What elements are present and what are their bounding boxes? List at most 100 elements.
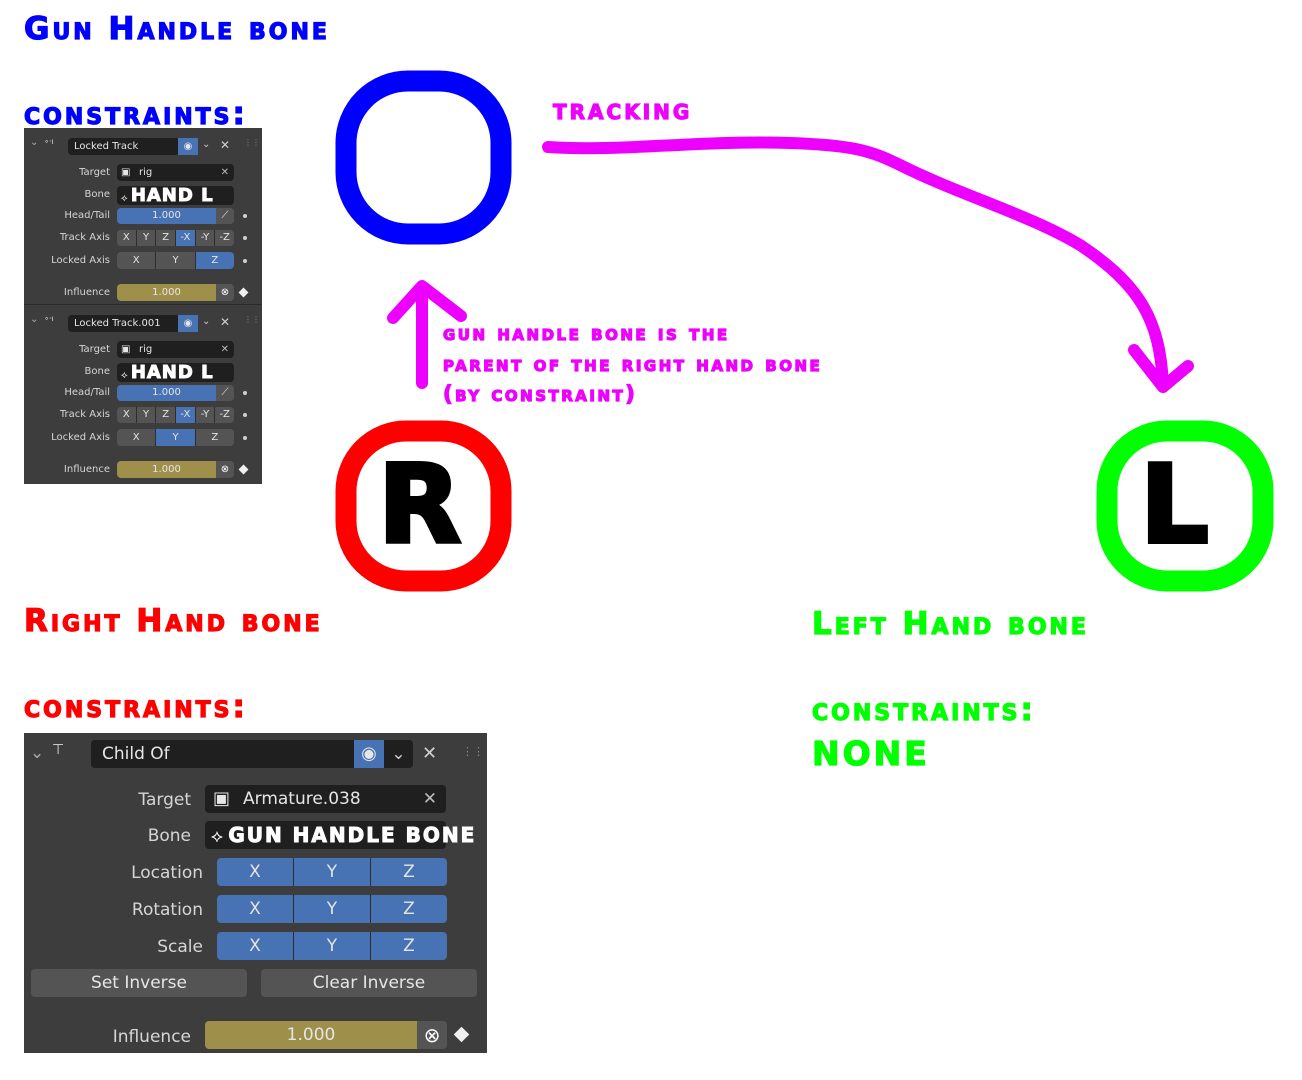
axis-option-y[interactable]: Y bbox=[136, 230, 157, 246]
bone-value: GUN HANDLE BONE bbox=[228, 823, 477, 848]
track-axis-label: Track Axis bbox=[59, 409, 110, 420]
left-hand-letter: L bbox=[1138, 443, 1211, 568]
keyframe-diamond-icon[interactable] bbox=[238, 287, 249, 298]
locked-axis-selector[interactable]: XYZ bbox=[117, 429, 234, 446]
right-hand-letter: R bbox=[376, 443, 463, 568]
influence-slider[interactable]: 1.000 bbox=[205, 1021, 417, 1049]
scale-axis-toggles[interactable]: XYZ bbox=[217, 932, 447, 960]
constraint-locked-track: ⌄ ∘·ı Locked Track ◉ ⌄ ✕ ⋮⋮ Target ▣ rig… bbox=[24, 128, 262, 306]
axis-option-z[interactable]: Z bbox=[371, 858, 447, 886]
clear-target-icon[interactable]: ✕ bbox=[423, 785, 437, 813]
location-axis-toggles[interactable]: XYZ bbox=[217, 858, 447, 886]
bbone-curve-icon[interactable]: ⟋ bbox=[216, 208, 234, 224]
eye-visibility-icon[interactable]: ◉ bbox=[178, 138, 198, 155]
axis-option-neg-x[interactable]: -X bbox=[176, 407, 196, 423]
clear-inverse-button[interactable]: Clear Inverse bbox=[261, 969, 477, 997]
parent-note-line2: parent of the right hand bone bbox=[442, 352, 823, 376]
constraint-name-field[interactable]: Child Of bbox=[91, 740, 354, 768]
axis-option-x[interactable]: X bbox=[217, 858, 294, 886]
child-of-icon: ⊤ bbox=[52, 742, 65, 758]
axis-option-z[interactable]: Z bbox=[371, 932, 447, 960]
drag-handle-icon[interactable]: ⋮⋮ bbox=[244, 138, 260, 147]
influence-label: Influence bbox=[112, 1027, 191, 1047]
axis-option-z[interactable]: Z bbox=[371, 895, 447, 923]
clear-target-icon[interactable]: ✕ bbox=[221, 164, 229, 181]
axis-option-z[interactable]: Z bbox=[156, 230, 177, 246]
delete-constraint-icon[interactable]: ✕ bbox=[422, 743, 437, 764]
disable-keep-transform-icon[interactable]: ⊗ bbox=[216, 284, 234, 301]
axis-option-neg-x[interactable]: -X bbox=[176, 230, 196, 246]
headtail-slider[interactable]: 1.000 bbox=[117, 385, 216, 401]
collapse-chevron-icon[interactable]: ⌄ bbox=[30, 137, 38, 148]
axis-option-x[interactable]: X bbox=[117, 429, 157, 446]
influence-slider[interactable]: 1.000 bbox=[117, 284, 216, 301]
constraint-name-field[interactable]: Locked Track.001 bbox=[68, 315, 180, 332]
target-value: Armature.038 bbox=[243, 789, 361, 809]
axis-option-neg-z[interactable]: -Z bbox=[215, 407, 234, 423]
drag-handle-icon[interactable]: ⋮⋮ bbox=[462, 745, 484, 758]
axis-option-y[interactable]: Y bbox=[294, 895, 371, 923]
locked-axis-label: Locked Axis bbox=[51, 432, 110, 443]
constraint-name-field[interactable]: Locked Track bbox=[68, 138, 180, 155]
target-field[interactable]: ▣ Armature.038 ✕ bbox=[205, 785, 446, 813]
axis-option-z[interactable]: Z bbox=[195, 252, 234, 269]
axis-option-neg-y[interactable]: -Y bbox=[195, 230, 216, 246]
eye-visibility-icon[interactable]: ◉ bbox=[354, 740, 384, 768]
keyframe-dot-icon[interactable] bbox=[243, 391, 247, 395]
axis-option-neg-z[interactable]: -Z bbox=[215, 230, 234, 246]
axis-option-y[interactable]: Y bbox=[294, 858, 371, 886]
track-axis-label: Track Axis bbox=[59, 232, 110, 243]
bbone-curve-icon[interactable]: ⟋ bbox=[216, 385, 234, 401]
locked-axis-selector[interactable]: XYZ bbox=[117, 252, 234, 269]
gun-handle-title: Gun Handle bone bbox=[23, 11, 330, 47]
drag-handle-icon[interactable]: ⋮⋮ bbox=[244, 315, 260, 324]
collapse-chevron-icon[interactable]: ⌄ bbox=[30, 743, 44, 763]
axis-option-neg-y[interactable]: -Y bbox=[195, 407, 216, 423]
dropdown-chevron-icon[interactable]: ⌄ bbox=[202, 316, 210, 327]
track-axis-selector[interactable]: X Y Z -X -Y -Z bbox=[117, 230, 234, 246]
disable-keep-transform-icon[interactable]: ⊗ bbox=[216, 461, 234, 478]
axis-option-z[interactable]: Z bbox=[195, 429, 234, 446]
keyframe-diamond-icon[interactable] bbox=[238, 464, 249, 475]
axis-option-x[interactable]: X bbox=[217, 932, 294, 960]
influence-label: Influence bbox=[63, 287, 110, 298]
rotation-axis-toggles[interactable]: XYZ bbox=[217, 895, 447, 923]
target-field[interactable]: ▣ rig ✕ bbox=[117, 341, 234, 358]
axis-option-z[interactable]: Z bbox=[156, 407, 177, 423]
axis-option-y[interactable]: Y bbox=[294, 932, 371, 960]
bone-field[interactable]: ⟡ HAND L bbox=[117, 363, 234, 382]
axis-option-y[interactable]: Y bbox=[156, 429, 196, 446]
object-icon: ▣ bbox=[121, 167, 131, 178]
bone-field[interactable]: ⟡ HAND L bbox=[117, 186, 234, 205]
dropdown-chevron-icon[interactable]: ⌄ bbox=[384, 740, 413, 768]
keyframe-dot-icon[interactable] bbox=[243, 214, 247, 218]
clear-target-icon[interactable]: ✕ bbox=[221, 341, 229, 358]
dropdown-chevron-icon[interactable]: ⌄ bbox=[202, 139, 210, 150]
axis-option-x[interactable]: X bbox=[117, 252, 157, 269]
bone-field[interactable]: ⟡ GUN HANDLE BONE bbox=[205, 821, 475, 849]
axis-option-x[interactable]: X bbox=[217, 895, 294, 923]
disable-keep-transform-icon[interactable]: ⊗ bbox=[417, 1021, 447, 1049]
track-axis-selector[interactable]: X Y Z -X -Y -Z bbox=[117, 407, 234, 423]
axis-option-y[interactable]: Y bbox=[136, 407, 157, 423]
keyframe-diamond-icon[interactable] bbox=[453, 1026, 470, 1043]
axis-option-y[interactable]: Y bbox=[156, 252, 196, 269]
keyframe-dot-icon[interactable] bbox=[243, 413, 247, 417]
axis-option-x[interactable]: X bbox=[117, 407, 137, 423]
keyframe-dot-icon[interactable] bbox=[243, 236, 247, 240]
set-inverse-button[interactable]: Set Inverse bbox=[31, 969, 247, 997]
keyframe-dot-icon[interactable] bbox=[243, 436, 247, 440]
bone-label: Bone bbox=[147, 826, 191, 846]
keyframe-dot-icon[interactable] bbox=[243, 259, 247, 263]
eye-visibility-icon[interactable]: ◉ bbox=[178, 315, 198, 332]
influence-label: Influence bbox=[63, 464, 110, 475]
collapse-chevron-icon[interactable]: ⌄ bbox=[30, 314, 38, 325]
axis-option-x[interactable]: X bbox=[117, 230, 137, 246]
headtail-slider[interactable]: 1.000 bbox=[117, 208, 216, 224]
influence-slider[interactable]: 1.000 bbox=[117, 461, 216, 478]
delete-constraint-icon[interactable]: ✕ bbox=[220, 315, 230, 329]
left-constraints-label: constraints: bbox=[811, 692, 1036, 728]
delete-constraint-icon[interactable]: ✕ bbox=[220, 138, 230, 152]
location-label: Location bbox=[131, 863, 203, 883]
target-field[interactable]: ▣ rig ✕ bbox=[117, 164, 234, 181]
